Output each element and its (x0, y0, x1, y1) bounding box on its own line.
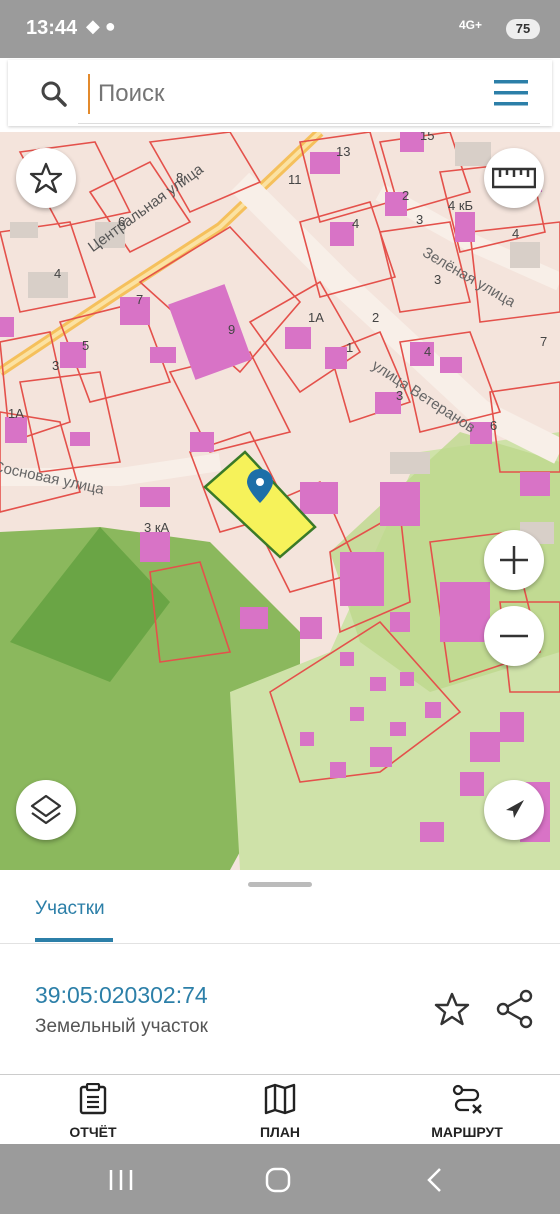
house-number: 6 (490, 418, 498, 433)
house-number: 15 (420, 132, 435, 143)
map-view[interactable]: Центральная улица Зелёная улица улица Ве… (0, 132, 560, 870)
house-number: 1А (8, 406, 24, 421)
notification-icons: ◆ ● (86, 16, 116, 36)
parcel-type: Земельный участок (35, 1016, 208, 1037)
report-label: ОТЧЁТ (69, 1124, 117, 1140)
tab-parcels[interactable]: Участки (35, 898, 105, 920)
plan-label: ПЛАН (259, 1124, 301, 1140)
route-button[interactable]: МАРШРУТ (397, 1083, 537, 1140)
sheet-drag-handle[interactable] (248, 882, 312, 887)
layers-button[interactable] (16, 780, 76, 840)
map-canvas[interactable] (0, 132, 560, 870)
menu-icon[interactable] (494, 80, 528, 106)
search-icon[interactable] (38, 78, 70, 110)
recent-apps-icon[interactable] (108, 1168, 134, 1192)
house-number: 3 (396, 388, 404, 403)
map-icon (264, 1083, 296, 1115)
house-number: 6 (118, 214, 126, 229)
house-number: 7 (540, 334, 548, 349)
ruler-icon (492, 167, 536, 189)
house-number: 2 (372, 310, 380, 325)
route-label: МАРШРУТ (431, 1124, 503, 1140)
house-number: 4 кБ (448, 198, 474, 213)
house-number: 3 (434, 272, 442, 287)
search-bar (8, 60, 552, 126)
share-icon[interactable] (494, 988, 536, 1030)
house-number: 4 (54, 266, 62, 281)
status-bar: 13:44 ◆ ● 4G+ 75 (0, 0, 560, 58)
house-number: 13 (336, 144, 351, 159)
house-number: 1 (346, 340, 354, 355)
house-number: 2 (402, 188, 410, 203)
navigation-arrow-icon (506, 800, 524, 818)
zoom-in-button[interactable] (484, 530, 544, 590)
home-icon[interactable] (264, 1166, 292, 1194)
house-number: 9 (228, 322, 236, 337)
minus-icon (500, 634, 528, 638)
house-number: 3 кА (144, 520, 170, 535)
house-number: 8 (176, 170, 184, 185)
search-input[interactable] (88, 74, 468, 114)
route-icon (452, 1084, 482, 1114)
house-number: 3 (416, 212, 424, 227)
ruler-button[interactable] (484, 148, 544, 208)
parcel-sheet: Участки 39:05:020302:74 Земельный участо… (0, 870, 560, 1074)
house-number: 1А (308, 310, 324, 325)
parcel-number-link[interactable]: 39:05:020302:74 (35, 982, 208, 1009)
house-number: 11 (288, 172, 302, 187)
system-navigation-bar (0, 1144, 560, 1214)
house-number: 4 (424, 344, 432, 359)
network-indicator: 4G+ (458, 18, 482, 32)
layers-icon (30, 794, 62, 825)
star-icon (29, 162, 63, 194)
house-number: 4 (512, 226, 520, 241)
house-number: 4 (352, 216, 360, 231)
tab-indicator (35, 938, 113, 942)
my-location-button[interactable] (484, 780, 544, 840)
clipboard-icon (79, 1082, 107, 1115)
favorites-button[interactable] (16, 148, 76, 208)
plus-icon (500, 546, 528, 574)
status-time: 13:44 (26, 17, 78, 39)
report-button[interactable]: ОТЧЁТ (23, 1082, 163, 1140)
zoom-out-button[interactable] (484, 606, 544, 666)
plan-button[interactable]: ПЛАН (210, 1083, 350, 1140)
back-icon[interactable] (424, 1166, 444, 1194)
battery-indicator: 75 (506, 19, 540, 39)
house-number: 3 (52, 358, 60, 373)
star-icon[interactable] (432, 990, 472, 1030)
tab-divider (0, 943, 560, 944)
bottom-navigation: ОТЧЁТ ПЛАН МАРШРУТ (0, 1074, 560, 1145)
house-number: 7 (136, 292, 144, 307)
search-underline (78, 123, 540, 124)
house-number: 5 (82, 338, 90, 353)
